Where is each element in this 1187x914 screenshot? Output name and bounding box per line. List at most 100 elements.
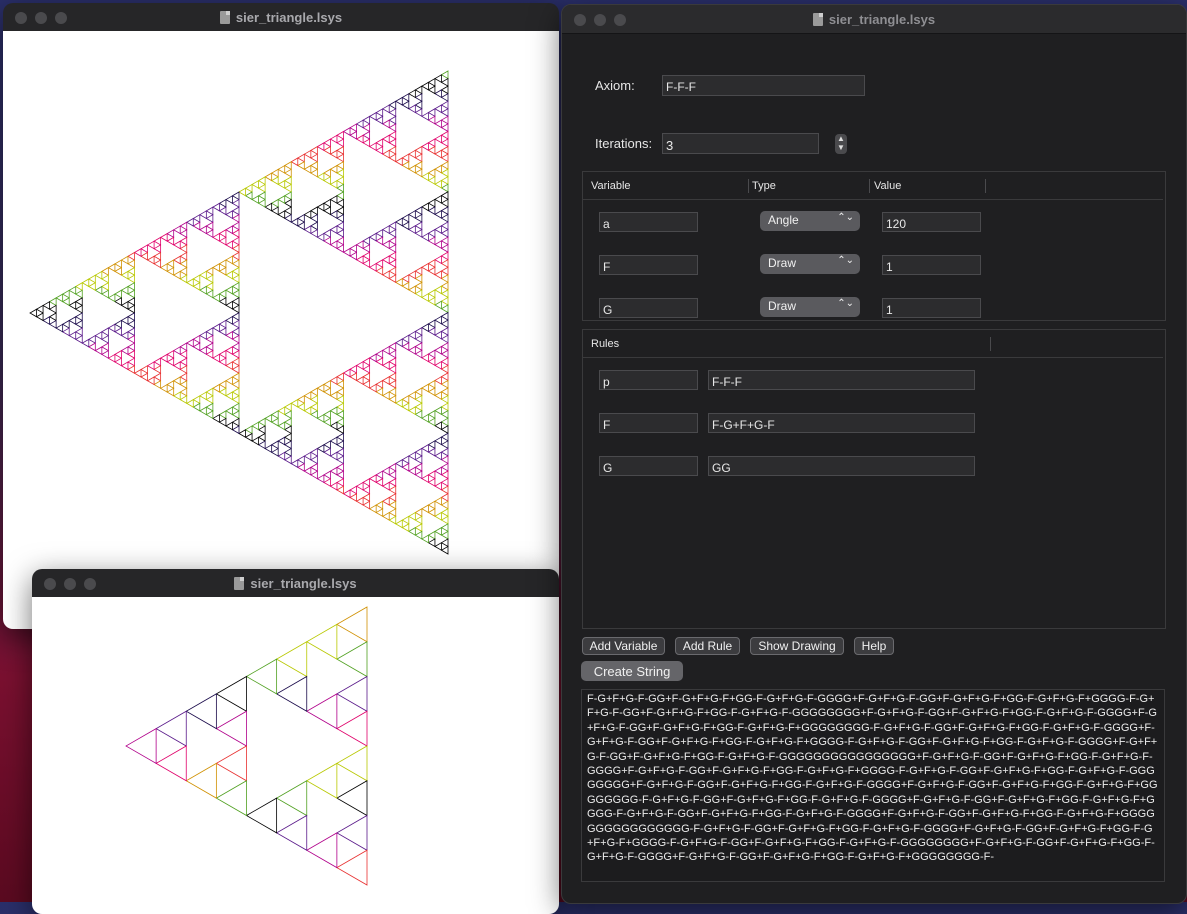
triangle-segment xyxy=(305,623,338,660)
triangle-segment xyxy=(81,338,90,348)
triangle-segment xyxy=(440,417,449,427)
triangle-segment xyxy=(336,425,344,435)
zoom-icon[interactable] xyxy=(614,14,626,26)
add-rule-button[interactable]: Add Rule xyxy=(675,637,740,655)
triangle-segment xyxy=(434,345,442,355)
triangle-segment xyxy=(408,225,416,234)
type-popup[interactable]: Angle ⌃⌄ xyxy=(760,211,860,231)
triangle-segment xyxy=(218,289,227,299)
triangle-segment xyxy=(257,432,266,442)
zoom-icon[interactable] xyxy=(84,578,96,590)
triangle-segment xyxy=(434,511,442,521)
minimize-icon[interactable] xyxy=(35,12,47,24)
triangle-segment xyxy=(231,364,240,374)
column-header-type[interactable]: Type xyxy=(752,180,776,192)
triangle-segment xyxy=(401,523,410,533)
triangle-segment xyxy=(375,259,384,268)
triangle-segment xyxy=(120,361,129,371)
column-header-variable[interactable]: Variable xyxy=(591,180,631,192)
variable-value-field[interactable] xyxy=(882,298,981,318)
triangle-segment xyxy=(375,387,384,397)
column-separator xyxy=(748,179,749,193)
title-bar[interactable]: sier_triangle.lsys xyxy=(562,5,1186,34)
triangle-segment xyxy=(427,530,436,540)
window-controls xyxy=(15,12,67,24)
triangle-segment xyxy=(362,364,371,374)
rule-name-field[interactable] xyxy=(599,370,698,390)
triangle-segment xyxy=(414,394,423,404)
stepper-arrows-icon[interactable]: ▲ ▼ xyxy=(835,134,847,154)
rule-value-field[interactable] xyxy=(708,370,975,390)
create-string-button[interactable]: Create String xyxy=(581,661,683,681)
triangle-segment xyxy=(74,312,83,322)
type-popup[interactable]: Draw ⌃⌄ xyxy=(760,254,860,274)
triangle-segment xyxy=(310,213,318,223)
triangle-segment xyxy=(120,255,129,265)
triangle-segment xyxy=(440,145,449,155)
triangle-segment xyxy=(427,175,436,185)
triangle-segment xyxy=(323,470,331,480)
close-icon[interactable] xyxy=(15,12,27,24)
triangle-segment xyxy=(127,266,135,276)
iterations-field[interactable] xyxy=(662,133,819,154)
triangle-segment xyxy=(421,353,429,363)
triangle-segment xyxy=(408,149,416,159)
triangle-segment xyxy=(283,168,292,178)
triangle-segment xyxy=(283,183,292,193)
rule-value-field[interactable] xyxy=(708,456,975,476)
triangle-segment xyxy=(303,406,312,416)
triangle-segment xyxy=(283,402,292,412)
triangle-segment xyxy=(114,319,122,329)
triangle-segment xyxy=(342,489,351,499)
axiom-field[interactable] xyxy=(662,75,865,96)
triangle-segment xyxy=(368,111,377,121)
close-icon[interactable] xyxy=(574,14,586,26)
triangle-segment xyxy=(401,153,410,163)
triangle-segment xyxy=(127,365,135,374)
triangle-segment xyxy=(238,429,246,438)
add-variable-button[interactable]: Add Variable xyxy=(582,637,665,655)
rule-value-field[interactable] xyxy=(708,413,975,433)
zoom-icon[interactable] xyxy=(55,12,67,24)
triangle-segment xyxy=(336,470,344,480)
title-bar[interactable]: sier_triangle.lsys xyxy=(32,569,559,598)
triangle-segment xyxy=(427,115,436,125)
triangle-segment xyxy=(349,364,357,374)
triangle-segment xyxy=(329,481,338,491)
triangle-segment xyxy=(283,455,292,465)
help-button[interactable]: Help xyxy=(854,637,894,655)
variable-name-field[interactable] xyxy=(599,212,698,232)
variable-value-field[interactable] xyxy=(882,212,981,232)
triangle-segment xyxy=(323,387,331,397)
triangle-segment xyxy=(440,251,449,261)
sierpinski-drawing xyxy=(125,606,368,886)
title-bar[interactable]: sier_triangle.lsys xyxy=(3,3,559,32)
triangle-segment xyxy=(225,285,233,295)
minimize-icon[interactable] xyxy=(594,14,606,26)
show-drawing-button[interactable]: Show Drawing xyxy=(750,637,844,655)
column-header-rules[interactable]: Rules xyxy=(591,338,619,350)
variable-value-field[interactable] xyxy=(882,255,981,275)
triangle-segment xyxy=(179,236,188,246)
column-header-value[interactable]: Value xyxy=(874,180,901,192)
output-string-view[interactable]: F-G+F+G-F-GG+F-G+F+G-F+GG-F-G+F+G-F-GGGG… xyxy=(581,689,1165,882)
type-popup[interactable]: Draw ⌃⌄ xyxy=(760,297,860,317)
triangle-segment xyxy=(440,70,449,80)
triangle-segment xyxy=(401,402,410,412)
variable-name-field[interactable] xyxy=(599,255,698,275)
triangle-segment xyxy=(303,391,312,401)
triangle-segment xyxy=(205,281,214,291)
triangle-segment xyxy=(414,213,423,223)
triangle-segment xyxy=(408,466,416,476)
minimize-icon[interactable] xyxy=(64,578,76,590)
triangle-segment xyxy=(68,300,77,310)
triangle-segment xyxy=(427,296,436,306)
rule-name-field[interactable] xyxy=(599,413,698,433)
triangle-segment xyxy=(257,191,266,201)
triangle-segment xyxy=(355,481,364,491)
variable-name-field[interactable] xyxy=(599,298,698,318)
triangle-segment xyxy=(414,289,423,299)
close-icon[interactable] xyxy=(44,578,56,590)
rule-name-field[interactable] xyxy=(599,456,698,476)
triangle-segment xyxy=(205,213,214,223)
